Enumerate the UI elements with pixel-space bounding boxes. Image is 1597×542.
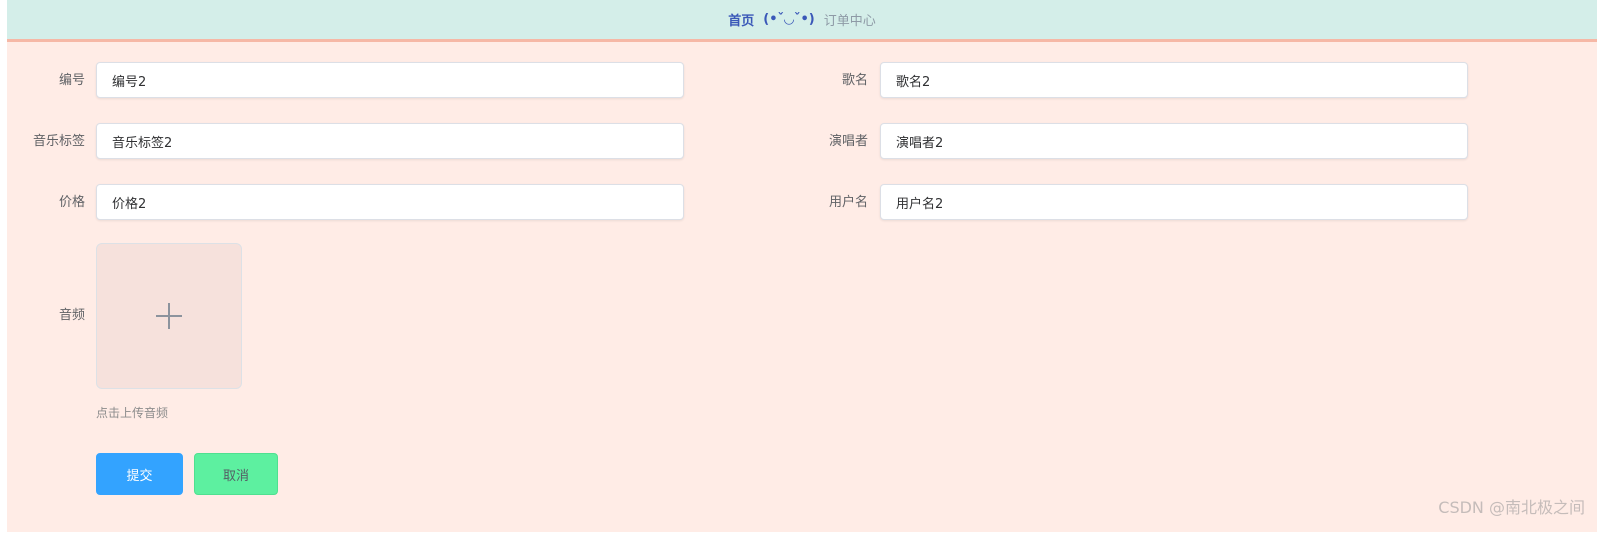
number-label: 编号: [58, 73, 85, 88]
username-label: 用户名: [828, 195, 868, 210]
watermark: CSDN @南北极之间: [1438, 498, 1585, 517]
song-name-input[interactable]: [880, 62, 1468, 98]
cancel-button[interactable]: 取消: [194, 453, 278, 495]
price-label: 价格: [58, 195, 85, 210]
number-input[interactable]: [96, 62, 684, 98]
song-name-label: 歌名: [841, 73, 868, 88]
edit-form: 编号 歌名 音乐标签 演唱者 价格 用户名 音频 点击上传音频 提交 取消 CS…: [7, 42, 1597, 532]
plus-icon: [156, 303, 182, 329]
price-input[interactable]: [96, 184, 684, 220]
breadcrumb: 首页 (•ˇ◡ˇ•) 订单中心: [7, 0, 1597, 42]
upload-tip: 点击上传音频: [96, 406, 169, 420]
singer-input[interactable]: [880, 123, 1468, 159]
bottom-strip: [0, 532, 1597, 542]
submit-button[interactable]: 提交: [96, 453, 183, 495]
music-tag-input[interactable]: [96, 123, 684, 159]
music-tag-label: 音乐标签: [32, 134, 85, 149]
breadcrumb-current: 订单中心: [823, 14, 876, 29]
breadcrumb-separator: (•ˇ◡ˇ•): [763, 12, 815, 27]
username-input[interactable]: [880, 184, 1468, 220]
audio-upload-button[interactable]: [96, 243, 242, 389]
page: 首页 (•ˇ◡ˇ•) 订单中心 编号 歌名 音乐标签 演唱者 价格 用户名 音频…: [0, 0, 1597, 542]
audio-label: 音频: [58, 308, 85, 323]
singer-label: 演唱者: [828, 134, 868, 149]
breadcrumb-home-link[interactable]: 首页: [728, 10, 754, 29]
